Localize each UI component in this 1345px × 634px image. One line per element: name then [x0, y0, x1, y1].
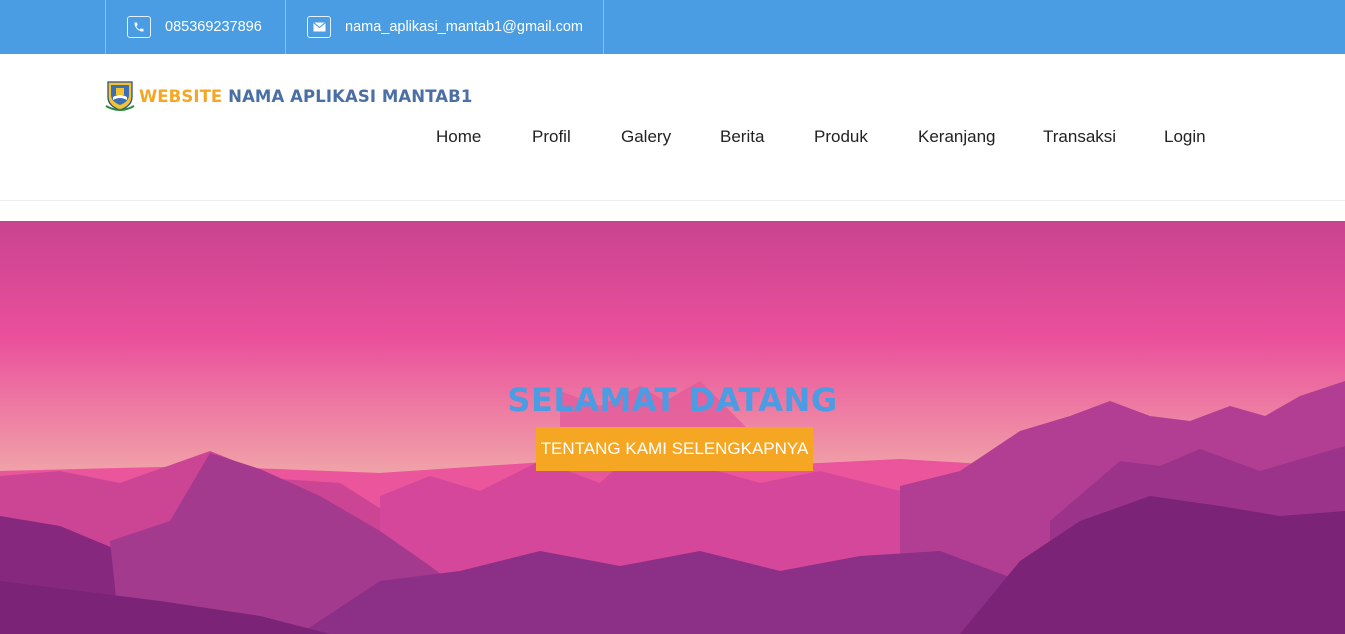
site-header: WEBSITE NAMA APLIKASI MANTAB1 Home Profi…	[0, 54, 1345, 201]
hero-banner: SELAMAT DATANG TENTANG KAMI SELENGKAPNYA	[0, 221, 1345, 634]
phone-icon	[127, 16, 151, 38]
nav-item-keranjang[interactable]: Keranjang	[918, 127, 996, 147]
nav-item-produk[interactable]: Produk	[814, 127, 868, 147]
email-contact[interactable]: nama_aplikasi_mantab1@gmail.com	[285, 0, 604, 54]
nav-item-profil[interactable]: Profil	[532, 127, 571, 147]
nav-item-home[interactable]: Home	[436, 127, 481, 147]
emblem-logo-icon	[105, 80, 135, 112]
envelope-icon	[307, 16, 331, 38]
brand-title-main: NAMA APLIKASI MANTAB1	[228, 86, 473, 106]
phone-contact[interactable]: 085369237896	[105, 0, 286, 54]
brand-title: WEBSITE NAMA APLIKASI MANTAB1	[139, 87, 472, 106]
header-spacer	[0, 201, 1345, 221]
brand[interactable]: WEBSITE NAMA APLIKASI MANTAB1	[105, 80, 472, 112]
nav-item-login[interactable]: Login	[1164, 127, 1206, 147]
email-address: nama_aplikasi_mantab1@gmail.com	[345, 19, 583, 35]
brand-title-accent: WEBSITE	[139, 86, 223, 106]
phone-number: 085369237896	[165, 19, 262, 35]
nav-item-berita[interactable]: Berita	[720, 127, 764, 147]
nav-item-galery[interactable]: Galery	[621, 127, 671, 147]
nav-item-transaksi[interactable]: Transaksi	[1043, 127, 1116, 147]
top-contact-bar: 085369237896 nama_aplikasi_mantab1@gmail…	[0, 0, 1345, 54]
hero-title: SELAMAT DATANG	[507, 381, 838, 419]
about-us-button[interactable]: TENTANG KAMI SELENGKAPNYA	[536, 427, 813, 471]
